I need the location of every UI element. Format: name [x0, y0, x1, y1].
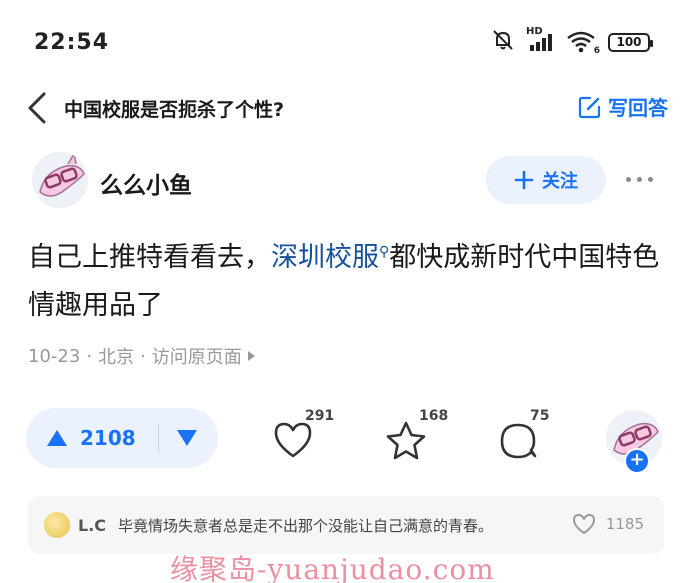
status-icons: HD 6 100 — [490, 26, 653, 56]
follow-plus-icon[interactable]: + — [624, 448, 650, 474]
write-answer-label: 写回答 — [608, 96, 668, 120]
answer-content: 自己上推特看看去，深圳校服⚲都快成新时代中国特色情趣用品了 — [28, 234, 668, 330]
cellular-signal-icon: HD — [526, 26, 556, 54]
comment-count: 75 — [530, 408, 550, 424]
heart-icon — [274, 422, 312, 458]
more-dot-icon — [626, 176, 631, 182]
answer-meta: 10-23 · 北京 · 访问原页面 — [28, 343, 256, 369]
back-arrow-icon — [28, 92, 46, 124]
nav-bar: 中国校服是否扼杀了个性? 写回答 — [0, 86, 690, 130]
downvote-button[interactable] — [159, 408, 215, 468]
answer-text-before: 自己上推特看看去， — [28, 242, 271, 273]
more-dot-icon — [648, 176, 653, 182]
favorite-button[interactable]: 168 — [384, 408, 456, 468]
question-title[interactable]: 中国校服是否扼杀了个性? — [64, 95, 284, 122]
search-keyword-label: 深圳校服 — [271, 242, 379, 273]
comment-bubble-icon — [500, 423, 537, 459]
comment-like-count: 1185 — [605, 515, 644, 533]
status-time: 22:54 — [34, 30, 110, 55]
edit-icon — [578, 96, 601, 118]
star-icon — [386, 421, 426, 460]
visit-original-label: 访问原页面 — [151, 347, 242, 368]
downvote-triangle-icon — [176, 430, 197, 446]
caret-right-icon — [247, 351, 255, 361]
wifi-icon: 6 — [566, 30, 600, 56]
battery-level: 100 — [616, 35, 642, 49]
battery-icon: 100 — [608, 32, 653, 52]
meta-separator: · — [140, 345, 146, 367]
like-button[interactable]: 291 — [272, 408, 344, 468]
like-count: 291 — [305, 408, 335, 424]
watermark: 缘聚岛-yuanjudao.com — [170, 553, 495, 583]
visit-original-link[interactable]: 访问原页面 — [152, 343, 256, 369]
answer-date: 10-23 — [28, 345, 81, 367]
write-answer-button[interactable]: 写回答 — [578, 92, 668, 121]
follow-button[interactable]: 关注 — [486, 156, 606, 204]
comment-like-button[interactable]: 1185 — [572, 513, 644, 535]
mute-bell-icon — [490, 28, 516, 56]
commenter-avatar — [44, 512, 70, 538]
comment-button[interactable]: 75 — [497, 408, 569, 468]
back-button[interactable] — [22, 88, 54, 128]
search-keyword-link[interactable]: 深圳校服⚲ — [271, 242, 389, 273]
author-name[interactable]: 么么小鱼 — [100, 166, 192, 200]
author-row: 么么小鱼 关注 — [0, 150, 690, 214]
search-icon: ⚲ — [379, 244, 390, 260]
author-mini-avatar[interactable]: + — [606, 410, 662, 474]
commenter-name: L.C — [78, 515, 107, 535]
heart-icon — [572, 514, 595, 534]
answer-location: 北京 — [98, 347, 135, 368]
vote-group: 2108 — [26, 408, 218, 468]
more-options-button[interactable] — [626, 172, 662, 186]
author-avatar[interactable] — [32, 152, 88, 208]
top-comment[interactable]: L.C 毕竟情场失意者总是走不出那个没能让自己满意的青春。 1185 — [28, 496, 664, 554]
status-bar: 22:54 HD 6 100 — [0, 0, 690, 86]
plus-icon — [514, 170, 534, 190]
comment-text: 毕竟情场失意者总是走不出那个没能让自己满意的青春。 — [118, 516, 494, 535]
upvote-button[interactable]: 2108 — [26, 408, 136, 468]
more-dot-icon — [637, 176, 642, 182]
upvote-count: 2108 — [80, 426, 136, 450]
meta-separator: · — [86, 345, 93, 367]
upvote-triangle-icon — [47, 430, 67, 446]
wifi-label: 6 — [593, 46, 600, 56]
action-row: 2108 291 168 75 + — [0, 408, 690, 474]
follow-label: 关注 — [542, 171, 578, 192]
favorite-count: 168 — [419, 408, 449, 424]
